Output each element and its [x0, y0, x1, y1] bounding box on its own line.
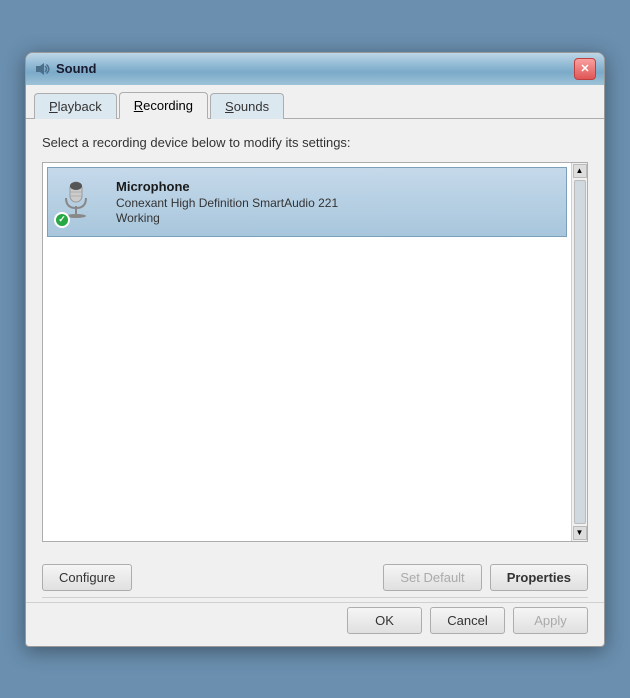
device-list: Microphone Conexant High Definition Smar… — [42, 162, 588, 542]
scrollbar-up[interactable]: ▲ — [573, 164, 587, 178]
divider — [42, 597, 588, 598]
scrollbar-down[interactable]: ▼ — [573, 526, 587, 540]
content-area: Select a recording device below to modif… — [26, 119, 604, 554]
device-list-inner: Microphone Conexant High Definition Smar… — [43, 163, 571, 541]
device-item-microphone[interactable]: Microphone Conexant High Definition Smar… — [47, 167, 567, 237]
device-info: Microphone Conexant High Definition Smar… — [116, 179, 560, 225]
tab-playback[interactable]: Playback — [34, 93, 117, 119]
dialog-buttons: OK Cancel Apply — [26, 602, 604, 646]
ok-button[interactable]: OK — [347, 607, 422, 634]
instruction-text: Select a recording device below to modif… — [42, 135, 588, 150]
window-title: Sound — [56, 61, 96, 76]
default-properties-group: Set Default Properties — [383, 564, 588, 591]
tab-playback-label: layback — [58, 99, 102, 114]
configure-button[interactable]: Configure — [42, 564, 132, 591]
properties-button[interactable]: Properties — [490, 564, 588, 591]
title-bar: Sound ✕ — [26, 53, 604, 85]
scrollbar-thumb[interactable] — [574, 180, 586, 524]
device-description: Conexant High Definition SmartAudio 221 — [116, 196, 560, 210]
set-default-button[interactable]: Set Default — [383, 564, 481, 591]
close-button[interactable]: ✕ — [574, 58, 596, 80]
scrollbar[interactable]: ▲ ▼ — [571, 163, 587, 541]
tab-bar: Playback Recording Sounds — [26, 85, 604, 119]
action-bar: Configure Set Default Properties — [26, 554, 604, 597]
device-name: Microphone — [116, 179, 560, 194]
device-status: Working — [116, 211, 560, 225]
tab-sounds[interactable]: Sounds — [210, 93, 284, 119]
tab-sounds-label: ounds — [234, 99, 269, 114]
tab-recording-label: ecording — [143, 98, 193, 113]
speaker-icon — [34, 61, 50, 77]
tab-recording[interactable]: Recording — [119, 92, 208, 119]
apply-button[interactable]: Apply — [513, 607, 588, 634]
sound-dialog: Sound ✕ Playback Recording Sounds Select… — [25, 52, 605, 647]
device-icon-container — [54, 176, 106, 228]
status-badge-working — [54, 212, 70, 228]
cancel-button[interactable]: Cancel — [430, 607, 505, 634]
